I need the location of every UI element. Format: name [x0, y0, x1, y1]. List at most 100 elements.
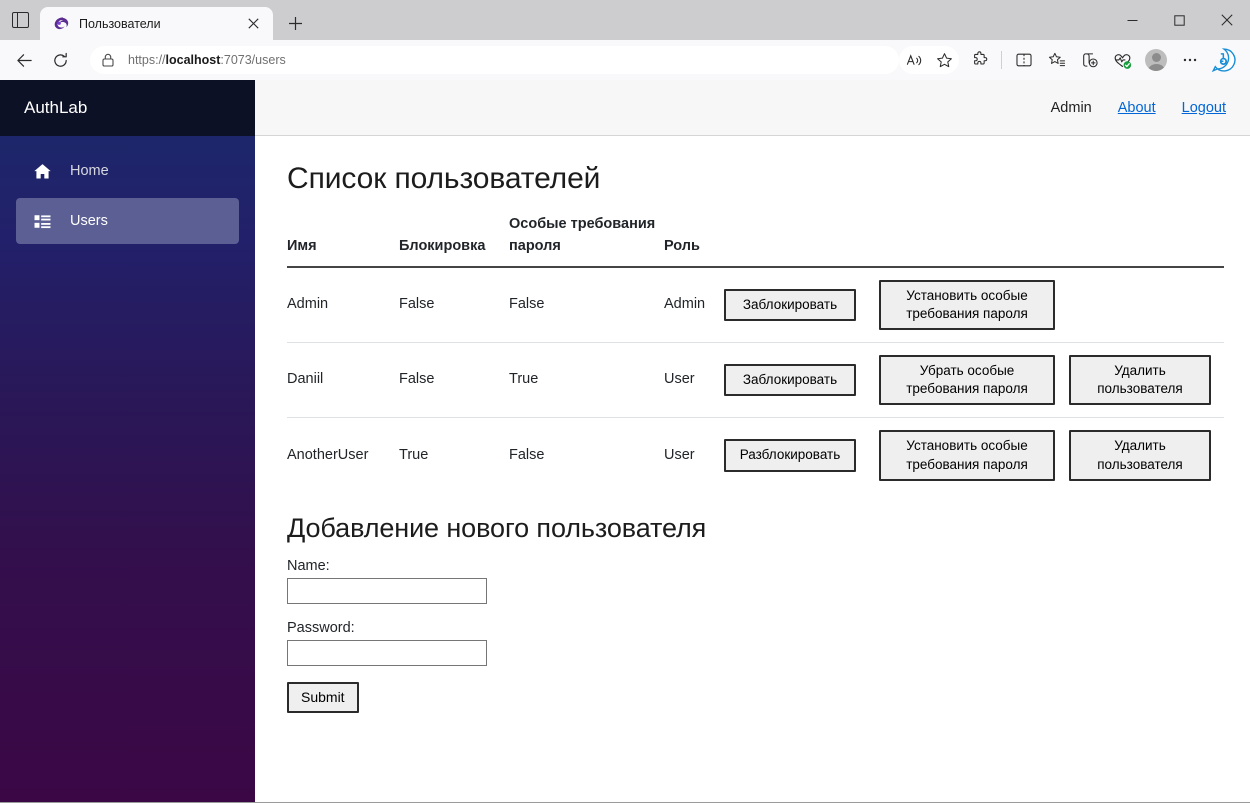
- cell-blocked: False: [399, 341, 509, 418]
- collections-icon: [1048, 52, 1065, 67]
- minimize-button[interactable]: [1109, 0, 1156, 40]
- sidebar-nav: Home Users: [0, 136, 255, 248]
- profile-avatar-icon: [1145, 49, 1167, 71]
- read-aloud-icon: [906, 53, 921, 65]
- password-field-label: Password:: [287, 619, 355, 636]
- url-text: https://localhost:7073/users: [128, 53, 893, 67]
- copilot-icon: [1211, 48, 1236, 73]
- browser-toolbar: https://localhost:7073/users: [0, 40, 1250, 80]
- cell-role: Admin: [664, 295, 706, 312]
- unblock-user-button[interactable]: Разблокировать: [724, 439, 856, 472]
- toolbar-right-icons: [959, 44, 1242, 76]
- browser-tab[interactable]: Пользователи: [40, 7, 273, 40]
- password-input[interactable]: [287, 639, 487, 666]
- split-screen-button[interactable]: [1007, 44, 1040, 76]
- cell-action-delete: [1069, 267, 1224, 343]
- split-screen-icon: [1015, 53, 1032, 67]
- settings-more-button[interactable]: [1173, 44, 1206, 76]
- profile-button[interactable]: [1139, 44, 1173, 76]
- cell-action-delete: Удалить пользователя: [1069, 417, 1224, 493]
- cell-role: User: [664, 417, 724, 493]
- column-header-action-2: [879, 214, 1069, 268]
- column-header-name: Имя: [287, 214, 399, 268]
- copilot-button[interactable]: [1206, 44, 1242, 76]
- column-header-special-password: Особые требования пароля: [509, 214, 664, 268]
- users-table-head: Имя Блокировка Особые требования пароля …: [287, 214, 1224, 268]
- window-controls: [1109, 0, 1250, 40]
- cell-special-password: False: [509, 295, 545, 312]
- cell-user-name: Admin: [287, 295, 329, 312]
- cell-action-block: Разблокировать: [724, 417, 879, 493]
- browser-window: Пользователи https://localhost:7073/user…: [0, 0, 1250, 803]
- address-bar[interactable]: https://localhost:7073/users: [90, 46, 899, 74]
- tab-search-icon: [11, 12, 29, 28]
- list-users-icon: [32, 211, 52, 231]
- minimize-icon: [1127, 19, 1138, 21]
- settings-more-icon: [1183, 58, 1196, 62]
- set-special-password-button[interactable]: Установить особые требования пароля: [879, 430, 1055, 481]
- collections-button[interactable]: [1040, 44, 1073, 76]
- logout-link[interactable]: Logout: [1182, 100, 1226, 116]
- brand-title: AuthLab: [24, 98, 88, 117]
- cell-special-password: True: [509, 341, 664, 418]
- cell-special-password: False: [509, 417, 664, 493]
- extensions-button[interactable]: [963, 44, 996, 76]
- add-to-collections-button[interactable]: [1073, 44, 1106, 76]
- sidebar-item-users-label: Users: [70, 213, 108, 229]
- block-user-button[interactable]: Заблокировать: [724, 288, 856, 321]
- plus-icon: [288, 16, 302, 30]
- toolbar-separator: [1001, 51, 1002, 69]
- close-icon[interactable]: [241, 12, 265, 36]
- add-user-form: Name: Password: Submit: [287, 558, 1218, 713]
- refresh-button[interactable]: [44, 44, 76, 76]
- cell-user-name: AnotherUser: [287, 417, 399, 493]
- top-row: Admin About Logout: [255, 80, 1250, 136]
- read-aloud-button[interactable]: [899, 46, 929, 74]
- cell-user-name: Daniil: [287, 341, 399, 418]
- back-button[interactable]: [8, 44, 40, 76]
- page-content: Список пользователей Имя Блокировка Особ…: [255, 136, 1250, 802]
- new-tab-button[interactable]: [279, 7, 311, 39]
- add-user-section-title: Добавление нового пользователя: [287, 512, 707, 543]
- cell-action-password: Установить особые требования пароля: [879, 417, 1069, 493]
- name-field-label: Name:: [287, 557, 330, 574]
- sidebar-item-home[interactable]: Home: [16, 148, 239, 194]
- browser-essentials-button[interactable]: [1106, 44, 1139, 76]
- delete-user-button[interactable]: Удалить пользователя: [1069, 430, 1211, 481]
- sidebar-item-users[interactable]: Users: [16, 198, 239, 244]
- sidebar: AuthLab Home Users: [0, 80, 255, 802]
- submit-button[interactable]: Submit: [287, 681, 359, 713]
- block-user-button[interactable]: Заблокировать: [724, 364, 856, 397]
- favorite-button[interactable]: [929, 46, 959, 74]
- omnibox-actions: [899, 46, 959, 74]
- set-special-password-button[interactable]: Установить особые требования пароля: [879, 279, 1055, 330]
- refresh-icon: [53, 52, 67, 67]
- table-row: Daniil False True User Заблокировать Убр…: [287, 341, 1224, 418]
- url-scheme: https://: [128, 53, 166, 67]
- column-header-role: Роль: [664, 214, 724, 268]
- blazor-logo-icon: [54, 17, 69, 30]
- sidebar-item-home-label: Home: [70, 163, 109, 179]
- browser-essentials-icon: [1114, 53, 1132, 69]
- column-header-action-1: [724, 214, 879, 268]
- brand-bar[interactable]: AuthLab: [0, 80, 255, 136]
- tab-title: Пользователи: [79, 16, 161, 31]
- browser-titlebar: Пользователи: [0, 0, 1250, 40]
- home-icon: [32, 161, 52, 181]
- url-host: localhost: [165, 53, 221, 67]
- maximize-button[interactable]: [1156, 0, 1203, 40]
- cell-role: User: [664, 341, 724, 418]
- delete-user-button[interactable]: Удалить пользователя: [1069, 354, 1211, 406]
- maximize-icon: [1174, 14, 1185, 26]
- users-table-body: Admin False False Admin Заблокировать Ус…: [287, 267, 1224, 493]
- table-row: Admin False False Admin Заблокировать Ус…: [287, 267, 1224, 343]
- close-window-button[interactable]: [1203, 0, 1250, 40]
- lock-icon: [102, 53, 114, 67]
- remove-special-password-button[interactable]: Убрать особые требования пароля: [879, 354, 1055, 406]
- close-window-icon: [1220, 14, 1233, 26]
- about-link[interactable]: About: [1118, 100, 1156, 116]
- column-header-action-3: [1069, 214, 1224, 268]
- back-icon: [16, 53, 32, 67]
- name-input[interactable]: [287, 577, 487, 604]
- tab-search-button[interactable]: [0, 0, 40, 40]
